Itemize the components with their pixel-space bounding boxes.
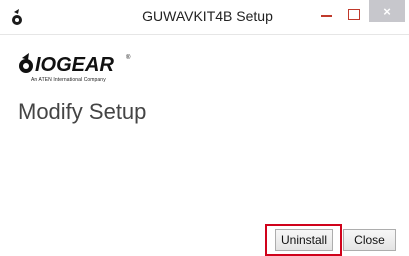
logo-text: IOGEAR xyxy=(35,54,114,76)
window-close-button[interactable]: × xyxy=(369,0,405,22)
maximize-icon xyxy=(348,8,360,20)
maximize-button[interactable] xyxy=(343,0,365,22)
logo-tagline: An ATEN International Company xyxy=(31,77,106,83)
logo-trademark: ® xyxy=(126,54,131,61)
page-heading: Modify Setup xyxy=(18,99,147,124)
minimize-button[interactable] xyxy=(313,0,339,22)
minimize-icon xyxy=(320,15,332,17)
title-bar: GUWAVKIT4B Setup × xyxy=(0,0,409,35)
close-button[interactable]: Close xyxy=(343,229,396,251)
uninstall-button[interactable]: Uninstall xyxy=(275,229,333,251)
